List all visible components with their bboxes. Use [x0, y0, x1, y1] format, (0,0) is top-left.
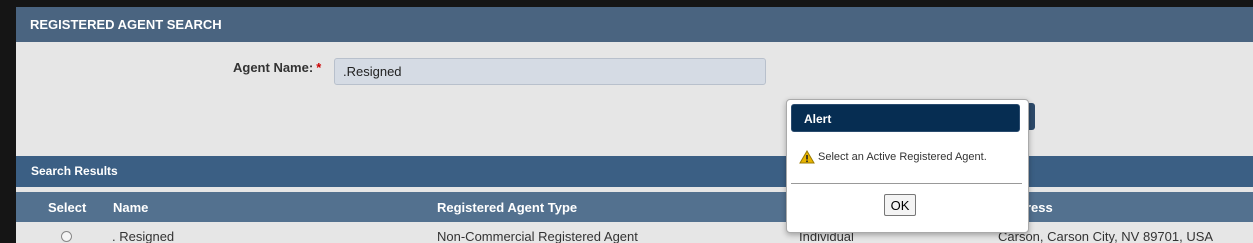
cell-address: Carson, Carson City, NV 89701, USA: [998, 229, 1214, 243]
select-radio[interactable]: [61, 231, 72, 242]
agent-name-label-text: Agent Name:: [233, 60, 314, 75]
alert-dialog: Alert Select an Active Registered Agent.…: [786, 99, 1029, 233]
column-header-agent-type[interactable]: Registered Agent Type: [437, 200, 577, 215]
results-column-headers: Select Name Registered Agent Type ress: [16, 192, 1253, 222]
agent-name-label: Agent Name: *: [233, 60, 321, 75]
column-header-select[interactable]: Select: [48, 200, 86, 215]
ok-button[interactable]: OK: [884, 194, 916, 216]
cell-agent-type: Non-Commercial Registered Agent: [437, 229, 638, 243]
agent-name-input[interactable]: [334, 58, 766, 85]
alert-title[interactable]: Alert: [791, 104, 1020, 132]
cell-name: . Resigned: [112, 229, 175, 243]
warning-icon: [799, 150, 815, 164]
table-row[interactable]: . Resigned Non-Commercial Registered Age…: [16, 222, 1253, 243]
search-results-title: Search Results: [16, 156, 1253, 187]
alert-message: Select an Active Registered Agent.: [818, 151, 987, 163]
required-marker: *: [316, 60, 322, 75]
registered-agent-search-panel: REGISTERED AGENT SEARCH Agent Name:* Sea…: [16, 7, 1253, 243]
column-header-address[interactable]: ress: [1026, 200, 1053, 215]
panel-title: REGISTERED AGENT SEARCH: [16, 7, 1253, 42]
alert-divider: [791, 183, 1022, 184]
column-header-name[interactable]: Name: [113, 200, 148, 215]
